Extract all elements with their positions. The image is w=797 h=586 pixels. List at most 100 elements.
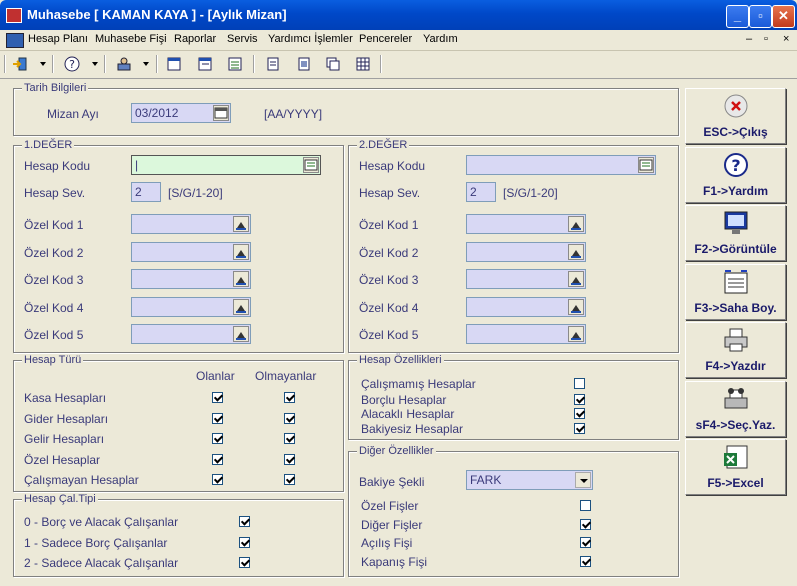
ozel-kod-4-input[interactable] <box>131 296 251 317</box>
button-caption: sF4->Seç.Yaz. <box>695 417 776 432</box>
hesap-sev-input[interactable]: 2 <box>131 182 161 202</box>
saha-boy-button[interactable]: F3->Saha Boy. <box>685 263 786 320</box>
olanlar-checkbox[interactable] <box>212 474 223 485</box>
lookup-icon[interactable] <box>233 243 249 260</box>
diger-ozellik-checkbox[interactable] <box>580 537 591 548</box>
diger-ozellik-checkbox[interactable] <box>580 555 591 567</box>
list-icon[interactable] <box>227 56 243 72</box>
user-settings-icon[interactable] <box>116 56 132 72</box>
olmayanlar-checkbox[interactable] <box>284 474 295 485</box>
account-list-icon[interactable] <box>638 157 654 173</box>
chevron-down-icon[interactable] <box>575 472 591 488</box>
cal-tipi-checkbox[interactable] <box>239 536 250 548</box>
exit-door-icon[interactable] <box>12 56 28 72</box>
diger-ozellik-checkbox[interactable] <box>580 518 591 530</box>
cal-tipi-checkbox[interactable] <box>239 516 250 527</box>
lookup-icon[interactable] <box>568 326 584 342</box>
window-split-icon[interactable] <box>197 56 213 72</box>
görüntüle-button[interactable]: F2->Görüntüle <box>685 205 786 261</box>
cal-tipi-checkbox[interactable] <box>239 557 250 568</box>
excel-button[interactable]: F5->Excel <box>685 439 786 495</box>
excel-icon <box>722 444 750 470</box>
ozel-kod-label: Özel Kod 3 <box>359 273 419 287</box>
help-icon[interactable]: ? <box>64 56 80 72</box>
ozel-kod-5-input[interactable] <box>131 324 251 344</box>
calendar-icon[interactable] <box>213 105 229 121</box>
hesap-turu-row-label: Özel Hesaplar <box>24 452 101 467</box>
lookup-icon[interactable] <box>233 326 249 342</box>
menu-yardimci-islemler[interactable]: Yardımcı İşlemler <box>268 33 353 45</box>
diger-ozellik-checkbox[interactable] <box>580 500 591 511</box>
olanlar-checkbox[interactable] <box>212 433 223 444</box>
olmayanlar-checkbox[interactable] <box>284 433 295 444</box>
lookup-icon[interactable] <box>568 271 584 287</box>
lookup-icon[interactable] <box>568 298 584 315</box>
olanlar-checkbox[interactable] <box>212 412 223 424</box>
diger-ozellik-label: Açılış Fişi <box>361 536 413 550</box>
document-icon[interactable] <box>265 56 281 72</box>
hesap-ozellik-checkbox[interactable] <box>574 408 585 419</box>
date-format-hint: [AA/YYYY] <box>264 107 323 121</box>
menu-hesap-plani[interactable]: Hesap Planı <box>28 33 88 45</box>
mizan-ayi-input[interactable]: 03/2012 <box>131 103 231 123</box>
chevron-down-icon[interactable] <box>92 62 98 66</box>
menu-servis[interactable]: Servis <box>227 33 258 45</box>
ozel-kod-3-input[interactable] <box>131 269 251 289</box>
olmayanlar-column-header: Olmayanlar <box>255 369 317 383</box>
hesap-kodu-input[interactable]: | <box>131 155 321 175</box>
report-icon[interactable] <box>296 56 312 72</box>
ozel-kod-1-input[interactable] <box>131 214 251 234</box>
mdi-close-button[interactable]: × <box>783 33 789 45</box>
menu-muhasebe-fisi[interactable]: Muhasebe Fişi <box>95 33 167 45</box>
olmayanlar-checkbox[interactable] <box>284 412 295 424</box>
window-icon[interactable] <box>166 56 182 72</box>
hesap-ozellik-checkbox[interactable] <box>574 394 585 405</box>
toolbar: ? <box>0 51 797 79</box>
lookup-icon[interactable] <box>233 271 249 287</box>
mdi-restore-button[interactable]: ▫ <box>764 33 768 45</box>
hesap-ozellik-checkbox[interactable] <box>574 423 585 434</box>
olmayanlar-checkbox[interactable] <box>284 392 295 403</box>
side-button-panel: ESC->Çıkış? F1->Yardım F2->Görüntüle F3->Sa… <box>681 80 794 580</box>
menu-yardim[interactable]: Yardım <box>423 33 458 45</box>
ozel-kod-5-input[interactable] <box>466 324 586 344</box>
windows-cascade-icon[interactable] <box>325 56 341 72</box>
hesap-ozellik-label: Bakiyesiz Hesaplar <box>361 422 464 436</box>
seç-yaz-button[interactable]: sF4->Seç.Yaz. <box>685 380 786 437</box>
grid-icon[interactable] <box>355 56 371 72</box>
child-window-icon[interactable] <box>6 33 24 48</box>
ozel-kod-2-input[interactable] <box>466 241 586 262</box>
olmayanlar-checkbox[interactable] <box>284 453 295 465</box>
ozel-kod-3-input[interactable] <box>466 269 586 289</box>
olanlar-checkbox[interactable] <box>212 392 223 403</box>
bakiye-sekli-select[interactable]: FARK <box>466 470 593 490</box>
svg-text:?: ? <box>731 156 740 175</box>
lookup-icon[interactable] <box>233 216 249 232</box>
menu-raporlar[interactable]: Raporlar <box>174 33 216 45</box>
title-bar[interactable]: Muhasebe [ KAMAN KAYA ] - [Aylık Mizan] … <box>0 0 797 30</box>
olanlar-checkbox[interactable] <box>212 453 223 465</box>
minimize-button[interactable]: _ <box>726 5 749 28</box>
group-title: Hesap Özellikleri <box>357 354 444 366</box>
ozel-kod-label: Özel Kod 4 <box>24 300 84 315</box>
lookup-icon[interactable] <box>568 243 584 260</box>
app-icon[interactable] <box>6 8 22 23</box>
maximize-button[interactable]: ▫ <box>749 5 772 28</box>
ozel-kod-1-input[interactable] <box>466 214 586 234</box>
account-list-icon[interactable] <box>303 157 319 173</box>
ozel-kod-2-input[interactable] <box>131 241 251 262</box>
chevron-down-icon[interactable] <box>40 62 46 66</box>
çıkış-button[interactable]: ESC->Çıkış <box>685 88 786 144</box>
hesap-sev-input[interactable]: 2 <box>466 182 496 202</box>
lookup-icon[interactable] <box>568 216 584 232</box>
yazdır-button[interactable]: F4->Yazdır <box>685 322 786 378</box>
lookup-icon[interactable] <box>233 298 249 315</box>
hesap-kodu-input[interactable] <box>466 155 656 175</box>
mdi-minimize-button[interactable]: – <box>746 33 752 45</box>
ozel-kod-4-input[interactable] <box>466 296 586 317</box>
menu-pencereler[interactable]: Pencereler <box>359 33 412 45</box>
hesap-ozellik-checkbox[interactable] <box>574 378 585 389</box>
chevron-down-icon[interactable] <box>143 62 149 66</box>
close-button[interactable]: ✕ <box>772 5 795 28</box>
yardım-button[interactable]: ? F1->Yardım <box>685 146 786 203</box>
